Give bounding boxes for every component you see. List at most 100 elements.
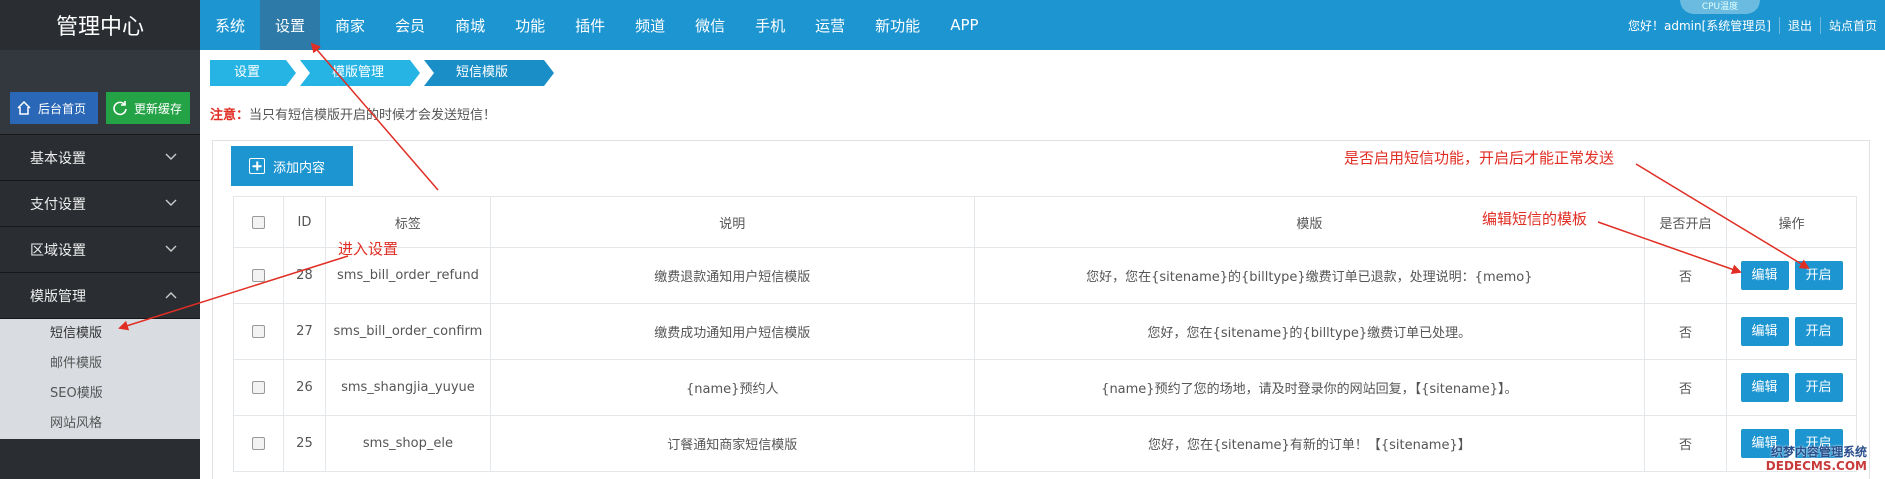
watermark: 织梦内容管理系统 DEDECMS.COM <box>1766 445 1867 473</box>
plus-square-icon <box>249 158 265 174</box>
chevron-down-icon <box>165 199 177 206</box>
cell-enabled: 否 <box>1644 247 1728 304</box>
select-all-cell <box>233 196 284 248</box>
watermark-line2: DEDECMS.COM <box>1765 459 1867 473</box>
edit-button[interactable]: 编辑 <box>1740 317 1789 346</box>
nav-item[interactable]: 功能 <box>500 0 560 50</box>
content-panel: 添加内容 ID 标签 说明 模版 是否开启 操作 28 sms_bill_orde… <box>212 140 1870 479</box>
sidebar: 后台首页 更新缓存 基本设置 支付设置 区域设置 模版管理 短信模版 邮件模版 … <box>0 50 200 479</box>
sidebar-group-payment-settings[interactable]: 支付设置 <box>0 181 200 227</box>
sidebar-item-email-template[interactable]: 邮件模版 <box>0 349 200 379</box>
table-header-row: ID 标签 说明 模版 是否开启 操作 <box>233 196 1857 248</box>
cell-description: 缴费退款通知用户短信模版 <box>489 247 975 304</box>
sidebar-group-region-settings[interactable]: 区域设置 <box>0 227 200 273</box>
refresh-cache-label: 更新缓存 <box>134 101 183 116</box>
sidebar-group-basic-settings[interactable]: 基本设置 <box>0 135 200 181</box>
table-body: 28 sms_bill_order_refund 缴费退款通知用户短信模版 您好，您在… <box>233 247 1857 472</box>
refresh-cache-button[interactable]: 更新缓存 <box>106 92 190 124</box>
edit-button[interactable]: 编辑 <box>1740 373 1789 402</box>
row-select-cell <box>233 359 284 416</box>
cell-template: {name}预约了您的场地，请及时登录你的网站回复，【{sitename}】。 <box>973 359 1646 416</box>
nav-item[interactable]: 手机 <box>740 0 800 50</box>
notice-label: 注意： <box>210 108 250 123</box>
annotation-enable-function: 是否启用短信功能，开启后才能正常发送 <box>1344 149 1615 167</box>
sidebar-group-label: 支付设置 <box>30 196 86 213</box>
notice-bar: 注意：当只有短信模版开启的时候才会发送短信！ <box>210 104 496 123</box>
cell-id: 27 <box>282 303 326 360</box>
sidebar-group-label: 区域设置 <box>30 242 86 259</box>
row-checkbox[interactable] <box>251 269 265 282</box>
cell-enabled: 否 <box>1644 415 1728 472</box>
row-checkbox[interactable] <box>251 437 265 450</box>
add-content-button[interactable]: 添加内容 <box>231 146 353 186</box>
nav-item[interactable]: 运营 <box>800 0 860 50</box>
breadcrumb: 设置 模版管理 短信模版 <box>210 60 558 86</box>
column-header-id: ID <box>282 196 326 248</box>
cell-actions: 编辑 开启 <box>1726 303 1857 360</box>
edit-button[interactable]: 编辑 <box>1740 261 1789 290</box>
backend-home-button[interactable]: 后台首页 <box>10 92 98 124</box>
sidebar-quick-buttons: 后台首页 更新缓存 <box>0 50 200 135</box>
sidebar-item-seo-template[interactable]: SEO模版 <box>0 379 200 409</box>
chevron-down-icon <box>165 153 177 160</box>
cell-tag: sms_shop_ele <box>324 415 491 472</box>
enable-button[interactable]: 开启 <box>1794 317 1843 346</box>
site-home-link[interactable]: 站点首页 <box>1819 16 1885 34</box>
select-all-checkbox[interactable] <box>251 215 265 229</box>
backend-home-label: 后台首页 <box>38 101 87 116</box>
nav-item[interactable]: 会员 <box>380 0 440 50</box>
cell-description: {name}预约人 <box>489 359 975 416</box>
annotation-edit-template: 编辑短信的模板 <box>1482 210 1588 228</box>
nav-item[interactable]: 设置 <box>260 0 321 50</box>
sidebar-item-site-style[interactable]: 网站风格 <box>0 409 200 439</box>
nav-item[interactable]: 商城 <box>440 0 500 50</box>
nav-item[interactable]: 插件 <box>560 0 620 50</box>
app-logo[interactable]: 管理中心 <box>0 0 200 50</box>
enable-button[interactable]: 开启 <box>1794 261 1843 290</box>
main-nav: 系统 设置 商家 会员 商城 功能 插件 频道 微信 手机 运营 新功能 APP <box>200 0 994 50</box>
nav-item[interactable]: 微信 <box>680 0 740 50</box>
sms-template-table: ID 标签 说明 模版 是否开启 操作 28 sms_bill_order_ref… <box>233 196 1857 472</box>
nav-item[interactable]: 频道 <box>620 0 680 50</box>
cell-enabled: 否 <box>1644 303 1728 360</box>
sidebar-group-label: 基本设置 <box>30 150 86 167</box>
refresh-icon <box>113 101 127 116</box>
chevron-up-icon <box>165 292 177 299</box>
nav-item[interactable]: 新功能 <box>860 0 935 50</box>
cell-template: 您好，您在{sitename}的{billtype}缴费订单已退款，处理说明：{… <box>973 247 1646 304</box>
cell-enabled: 否 <box>1644 359 1728 416</box>
cell-id: 28 <box>282 247 326 304</box>
breadcrumb-settings[interactable]: 设置 <box>210 60 296 86</box>
row-checkbox[interactable] <box>251 381 265 394</box>
chevron-down-icon <box>165 245 177 252</box>
cell-id: 25 <box>282 415 326 472</box>
user-greeting: 您好！admin[系统管理员] <box>1628 18 1771 33</box>
row-select-cell <box>233 303 284 360</box>
sidebar-group-template-management[interactable]: 模版管理 <box>0 273 200 319</box>
cell-template: 您好，您在{sitename}的{billtype}缴费订单已处理。 <box>973 303 1646 360</box>
nav-item[interactable]: APP <box>935 0 993 50</box>
nav-item[interactable]: 系统 <box>200 0 260 50</box>
enable-button[interactable]: 开启 <box>1794 373 1843 402</box>
cell-id: 26 <box>282 359 326 416</box>
nav-item[interactable]: 商家 <box>320 0 380 50</box>
cell-description: 订餐通知商家短信模版 <box>489 415 975 472</box>
cell-actions: 编辑 开启 <box>1726 247 1857 304</box>
row-checkbox[interactable] <box>251 325 265 338</box>
table-row: 25 sms_shop_ele 订餐通知商家短信模版 您好，您在{sitename}有… <box>233 415 1857 472</box>
sidebar-item-sms-template[interactable]: 短信模版 <box>0 319 200 349</box>
row-select-cell <box>233 247 284 304</box>
sidebar-group-label: 模版管理 <box>30 288 86 305</box>
breadcrumb-template-management[interactable]: 模版管理 <box>300 60 420 86</box>
table-row: 27 sms_bill_order_confirm 缴费成功通知用户短信模版 您好，您… <box>233 303 1857 360</box>
cell-description: 缴费成功通知用户短信模版 <box>489 303 975 360</box>
logout-link[interactable]: 退出 <box>1778 16 1820 34</box>
home-icon <box>17 100 31 115</box>
column-header-actions: 操作 <box>1726 196 1857 248</box>
cell-actions: 编辑 开启 <box>1726 359 1857 416</box>
cell-tag: sms_shangjia_yuyue <box>324 359 491 416</box>
notice-text: 当只有短信模版开启的时候才会发送短信！ <box>249 108 497 123</box>
annotation-enter-settings: 进入设置 <box>338 240 399 258</box>
column-header-enabled: 是否开启 <box>1644 196 1728 248</box>
breadcrumb-sms-template: 短信模版 <box>424 60 554 86</box>
